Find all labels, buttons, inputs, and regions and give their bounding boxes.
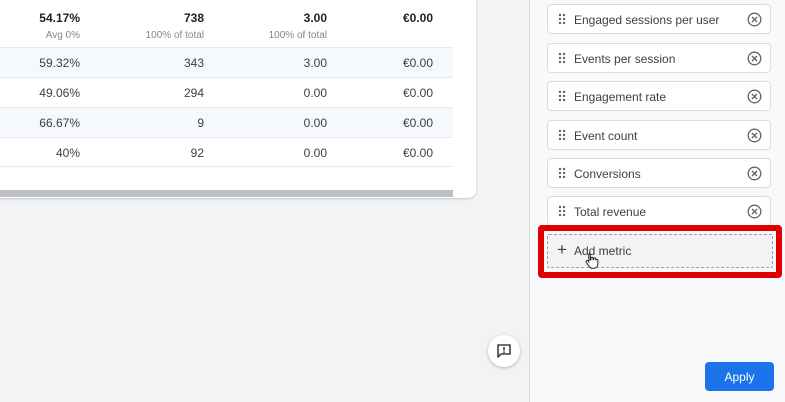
remove-icon[interactable] [747,128,762,143]
plus-icon: + [557,240,567,259]
table-cell: €0.00 [402,146,433,160]
table-cell: 3.00 [303,56,327,70]
table-cell: 66.67% [39,116,80,130]
table-cell: €0.00 [402,116,433,130]
table-row[interactable]: 66.67% 9 0.00 €0.00 [0,107,453,137]
remove-icon[interactable] [747,51,762,66]
metric-chip[interactable]: Events per session [547,43,771,73]
horizontal-scrollbar[interactable] [0,190,453,197]
total-event-count-sub: 100% of total [145,30,204,41]
table-cell: €0.00 [402,86,433,100]
metric-chip[interactable]: Engagement rate [547,81,771,111]
total-event-count: 738 [183,11,204,25]
add-metric-button[interactable]: + Add metric [547,234,773,268]
remove-icon[interactable] [747,89,762,104]
drag-handle-icon[interactable] [558,167,566,179]
table-cell: 343 [183,56,204,70]
metric-label: Conversions [574,167,641,181]
remove-icon[interactable] [747,12,762,27]
table-cell: 92 [190,146,204,160]
total-engagement-rate: 54.17% [39,11,80,25]
metric-chip[interactable]: Event count [547,120,771,150]
table-cell: 294 [183,86,204,100]
table-cell: 0.00 [303,86,327,100]
hand-cursor-icon [585,253,599,269]
table-row[interactable]: 40% 92 0.00 €0.00 [0,137,453,167]
table-cell: 0.00 [303,146,327,160]
total-conversions-sub: 100% of total [268,30,327,41]
metric-chip[interactable]: Engaged sessions per user [547,4,771,34]
drag-handle-icon[interactable] [558,129,566,141]
drag-handle-icon[interactable] [558,90,566,102]
add-metric-label: Add metric [574,244,632,258]
metric-chip[interactable]: Conversions [547,158,771,188]
table-row[interactable]: 59.32% 343 3.00 €0.00 [0,47,453,77]
table-cell: 49.06% [39,86,80,100]
total-engagement-rate-sub: Avg 0% [45,30,80,41]
report-table: 54.17% Avg 0% 738 100% of total 3.00 100… [0,0,476,198]
metric-chip[interactable]: Total revenue [547,196,771,226]
metrics-panel: Engaged sessions per user Events per ses… [529,0,785,402]
drag-handle-icon[interactable] [558,205,566,217]
feedback-button[interactable] [488,335,520,367]
total-revenue: €0.00 [402,11,433,25]
metric-label: Engagement rate [574,90,667,104]
remove-icon[interactable] [747,166,762,181]
table-cell: 40% [55,146,80,160]
metric-label: Total revenue [574,205,647,219]
drag-handle-icon[interactable] [558,52,566,64]
remove-icon[interactable] [747,204,762,219]
table-cell: 0.00 [303,116,327,130]
metric-label: Engaged sessions per user [574,13,720,27]
metric-label: Events per session [574,52,676,66]
metric-label: Event count [574,129,638,143]
feedback-icon [497,344,511,358]
table-row[interactable]: 49.06% 294 0.00 €0.00 [0,77,453,107]
table-cell: €0.00 [402,56,433,70]
drag-handle-icon[interactable] [558,13,566,25]
table-cell: 59.32% [39,56,80,70]
total-conversions: 3.00 [303,11,327,25]
apply-button[interactable]: Apply [705,362,774,391]
table-cell: 9 [197,116,204,130]
totals-row: 54.17% Avg 0% 738 100% of total 3.00 100… [0,0,453,47]
